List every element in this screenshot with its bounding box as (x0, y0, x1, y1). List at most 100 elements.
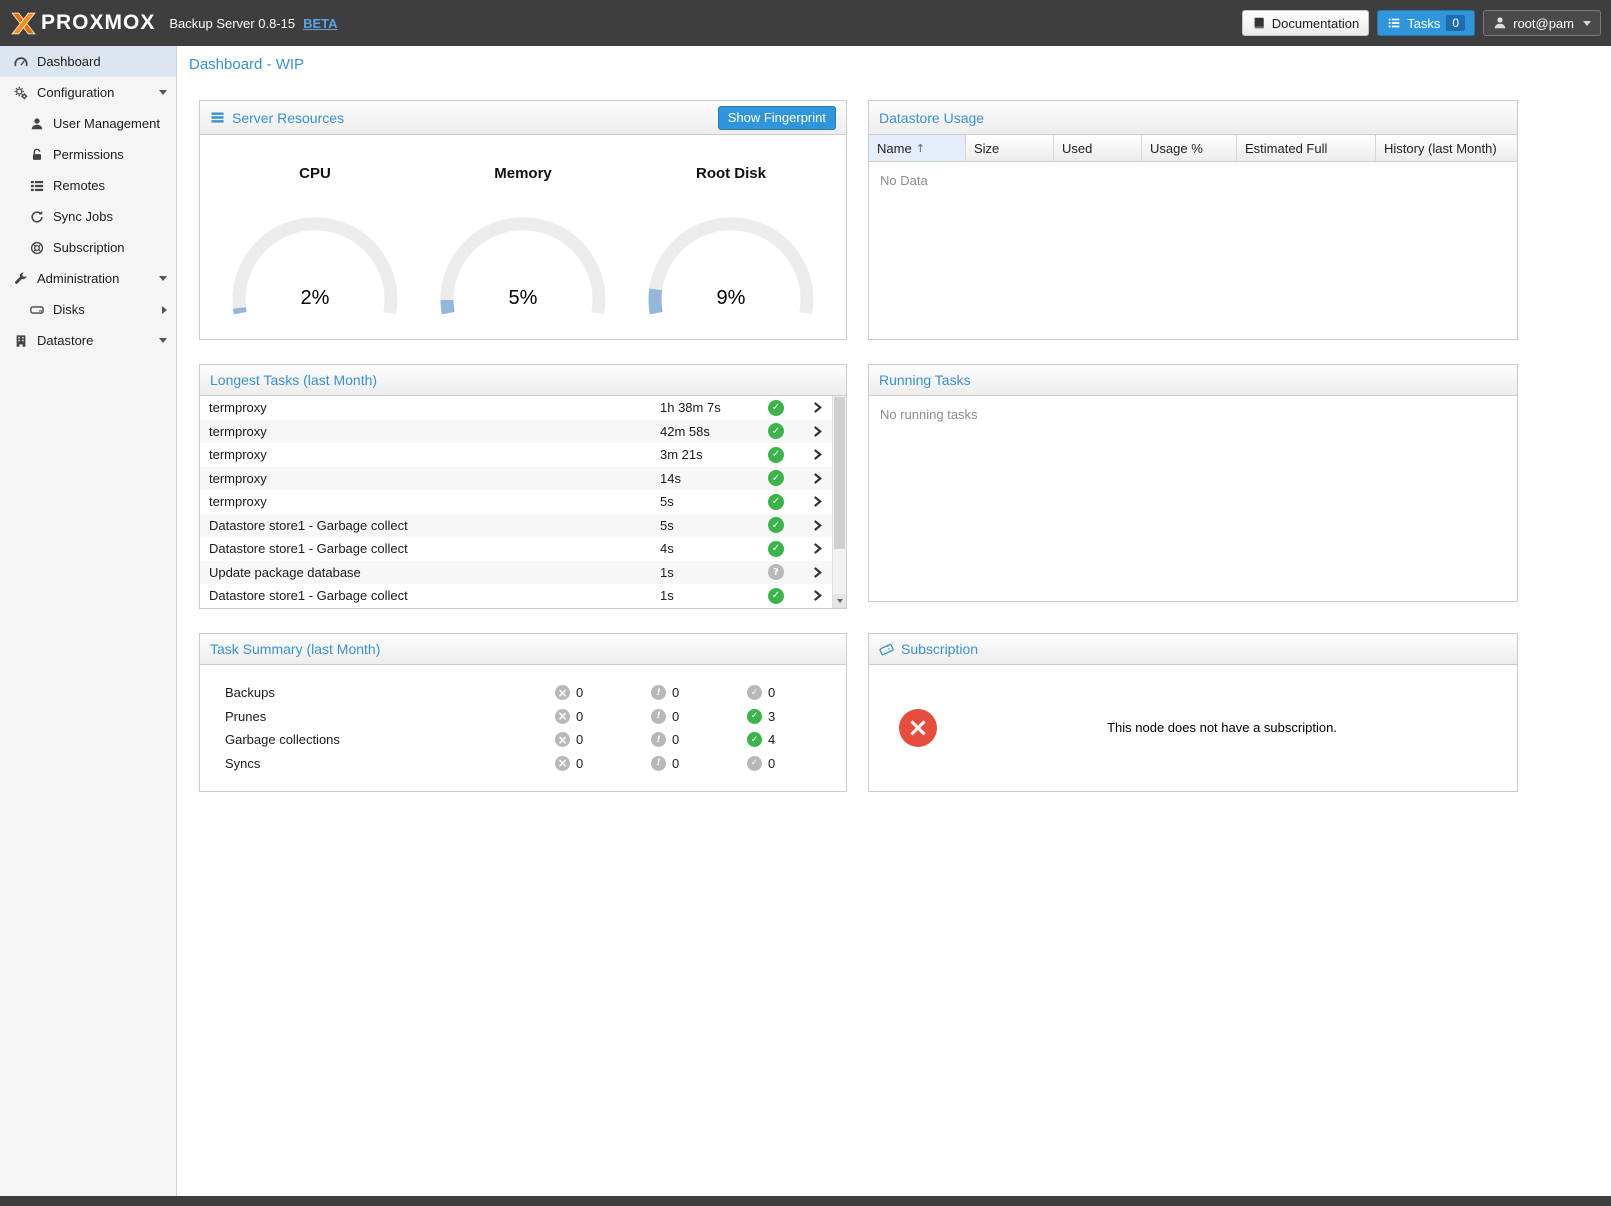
scroll-down-button[interactable] (833, 594, 846, 608)
sidebar-item-label: Subscription (53, 240, 125, 255)
gauge-value: 9% (641, 287, 821, 310)
warning-icon (651, 709, 666, 724)
ok-icon (747, 685, 762, 700)
task-row[interactable]: termproxy 3m 21s (200, 443, 832, 467)
ok-icon (747, 709, 762, 724)
task-row[interactable]: Update package database 1s (200, 561, 832, 585)
longest-tasks-header: Longest Tasks (last Month) (200, 365, 846, 396)
memory-gauge: Memory 5% (431, 165, 615, 316)
sync-icon (29, 209, 44, 224)
chevron-right-icon[interactable] (802, 495, 832, 508)
documentation-label: Documentation (1272, 16, 1359, 31)
topbar-actions: Documentation Tasks 0 root@pam (1242, 10, 1601, 36)
running-tasks-panel: Running Tasks No running tasks (868, 364, 1518, 602)
chevron-right-icon[interactable] (802, 566, 832, 579)
dashboard-panels: Server Resources Show Fingerprint CPU (177, 83, 1611, 812)
sidebar-item-datastore[interactable]: Datastore (0, 325, 176, 356)
beta-link[interactable]: BETA (303, 16, 337, 31)
chevron-down-icon (159, 338, 167, 343)
show-fingerprint-button[interactable]: Show Fingerprint (718, 106, 836, 130)
task-row[interactable]: termproxy 1h 38m 7s (200, 396, 832, 420)
sidebar-item-sync-jobs[interactable]: Sync Jobs (0, 201, 176, 232)
sidebar-item-dashboard[interactable]: Dashboard (0, 46, 176, 77)
datastore-table-header: Name ↑ Size Used Usage % Estimated Full … (869, 135, 1517, 162)
summary-row: Garbage collections 0 0 4 (200, 728, 846, 752)
sidebar-item-label: Configuration (37, 85, 114, 100)
summary-row: Backups 0 0 0 (200, 681, 846, 705)
status-ok-icon (768, 400, 784, 416)
running-tasks-header: Running Tasks (869, 365, 1517, 396)
scrollbar[interactable] (832, 396, 846, 608)
task-summary-body: Backups 0 0 0 Prunes 0 0 3 Garbage c (200, 665, 846, 775)
summary-row: Syncs 0 0 0 (200, 752, 846, 776)
book-icon (1252, 16, 1266, 30)
task-row[interactable]: Datastore store1 - Garbage collect 5s (200, 514, 832, 538)
chevron-right-icon[interactable] (802, 448, 832, 461)
cpu-gauge: CPU 2% (223, 165, 407, 316)
sidebar-item-administration[interactable]: Administration (0, 263, 176, 294)
subscription-panel: Subscription × This node does not have a… (868, 633, 1518, 792)
panel-title: Longest Tasks (last Month) (210, 372, 377, 388)
remotes-icon (29, 178, 44, 193)
panel-title: Task Summary (last Month) (210, 641, 380, 657)
app-window: PROXMOX Backup Server 0.8-15 BETA Docume… (0, 0, 1611, 1206)
subscription-message: This node does not have a subscription. (937, 720, 1507, 735)
status-ok-icon (768, 541, 784, 557)
ok-icon (747, 732, 762, 747)
building-icon (13, 333, 28, 348)
task-row[interactable]: termproxy 42m 58s (200, 420, 832, 444)
gauge-title: Memory (494, 165, 552, 182)
status-ok-icon (768, 423, 784, 439)
chevron-right-icon[interactable] (802, 425, 832, 438)
warning-icon (651, 756, 666, 771)
status-ok-icon (768, 494, 784, 510)
column-header-history[interactable]: History (last Month) (1376, 135, 1517, 161)
sidebar-item-remotes[interactable]: Remotes (0, 170, 176, 201)
task-row[interactable]: termproxy 5s (200, 490, 832, 514)
chevron-right-icon[interactable] (802, 472, 832, 485)
sidebar-item-disks[interactable]: Disks (0, 294, 176, 325)
panel-title: Server Resources (232, 110, 344, 126)
warning-icon (651, 685, 666, 700)
chevron-right-icon[interactable] (802, 589, 832, 602)
column-header-size[interactable]: Size (966, 135, 1054, 161)
sidebar-item-label: User Management (53, 116, 160, 131)
no-data-text: No Data (869, 162, 1517, 199)
brand-text: PROXMOX (41, 11, 155, 35)
scrollbar-thumb[interactable] (834, 397, 845, 549)
content-header: Dashboard - WIP (177, 46, 1611, 83)
chevron-right-icon[interactable] (802, 519, 832, 532)
task-row[interactable]: Datastore store1 - Garbage collect 1s (200, 584, 832, 608)
error-icon (555, 756, 570, 771)
sidebar-item-subscription[interactable]: Subscription (0, 232, 176, 263)
sidebar-item-label: Administration (37, 271, 119, 286)
column-header-used[interactable]: Used (1054, 135, 1142, 161)
ok-icon (747, 756, 762, 771)
column-header-name[interactable]: Name ↑ (869, 135, 966, 161)
chevron-right-icon (162, 306, 167, 314)
datastore-usage-panel: Datastore Usage Name ↑ Size Used Usage %… (868, 100, 1518, 340)
chevron-right-icon[interactable] (802, 542, 832, 555)
page-title: Dashboard - WIP (189, 56, 304, 73)
task-row[interactable]: termproxy 14s (200, 467, 832, 491)
content-area: Dashboard - WIP Server Resources Show Fi… (177, 46, 1611, 1196)
server-icon (210, 110, 225, 125)
user-label: root@pam (1513, 16, 1574, 31)
sidebar-item-configuration[interactable]: Configuration (0, 77, 176, 108)
server-resources-header: Server Resources Show Fingerprint (200, 101, 846, 135)
warning-icon (651, 732, 666, 747)
documentation-button[interactable]: Documentation (1242, 10, 1369, 36)
column-header-estimated-full[interactable]: Estimated Full (1237, 135, 1376, 161)
status-ok-icon (768, 517, 784, 533)
user-icon (29, 116, 44, 131)
sidebar-item-permissions[interactable]: Permissions (0, 139, 176, 170)
tasks-button[interactable]: Tasks 0 (1377, 10, 1475, 36)
sidebar-item-label: Sync Jobs (53, 209, 113, 224)
sidebar-item-user-management[interactable]: User Management (0, 108, 176, 139)
task-row[interactable]: Datastore store1 - Garbage collect 4s (200, 537, 832, 561)
user-menu-button[interactable]: root@pam (1483, 10, 1601, 36)
column-header-usage-pct[interactable]: Usage % (1142, 135, 1237, 161)
task-list-icon (1387, 16, 1401, 30)
chevron-right-icon[interactable] (802, 401, 832, 414)
sidebar-item-label: Datastore (37, 333, 93, 348)
